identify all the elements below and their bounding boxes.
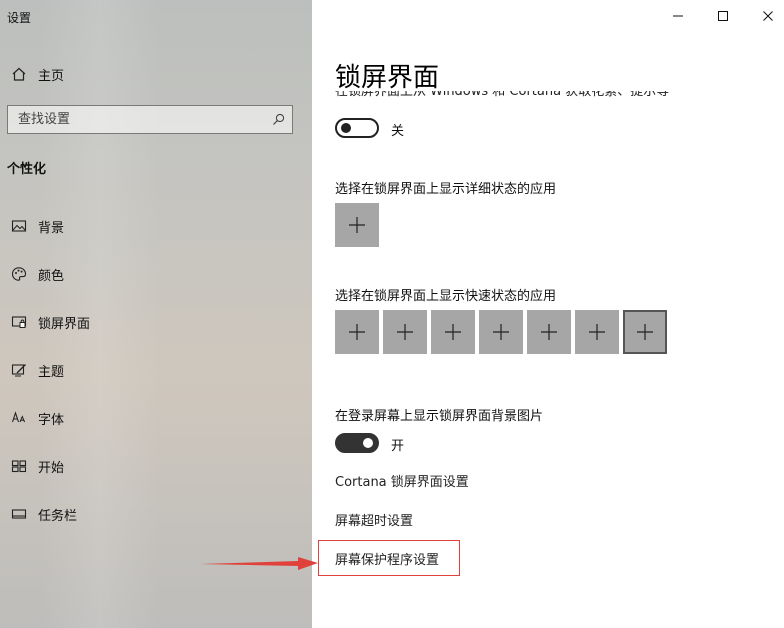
sidebar-item-lock-screen[interactable]: 锁屏界面 bbox=[0, 302, 312, 342]
font-icon bbox=[0, 410, 38, 426]
plus-icon bbox=[589, 324, 605, 340]
plus-icon bbox=[349, 324, 365, 340]
sidebar-item-background[interactable]: 背景 bbox=[0, 206, 312, 246]
minimize-icon bbox=[673, 15, 683, 17]
sidebar-item-label: 背景 bbox=[38, 220, 65, 236]
quick-status-app-button[interactable] bbox=[383, 310, 427, 354]
taskbar-icon bbox=[0, 506, 38, 522]
window-title: 设置 bbox=[7, 11, 32, 25]
sidebar-item-colors[interactable]: 颜色 bbox=[0, 254, 312, 294]
plus-icon bbox=[493, 324, 509, 340]
detailed-status-label: 选择在锁屏界面上显示详细状态的应用 bbox=[335, 182, 557, 197]
quick-status-app-button-selected[interactable] bbox=[623, 310, 667, 354]
toggle-knob bbox=[341, 123, 351, 133]
sidebar-item-taskbar[interactable]: 任务栏 bbox=[0, 494, 312, 534]
sidebar-item-start[interactable]: 开始 bbox=[0, 446, 312, 486]
toggle-knob bbox=[363, 438, 373, 448]
signin-background-label: 在登录屏幕上显示锁屏界面背景图片 bbox=[335, 409, 544, 424]
signin-background-toggle[interactable] bbox=[335, 433, 379, 453]
plus-icon bbox=[397, 324, 413, 340]
fun-facts-toggle-state: 关 bbox=[391, 124, 405, 139]
sidebar: 设置 主页 个性化 背景 颜色 锁屏界面 主题 bbox=[0, 0, 312, 628]
screen-timeout-link[interactable]: 屏幕超时设置 bbox=[335, 510, 413, 529]
search-input[interactable] bbox=[8, 106, 264, 133]
sidebar-item-label: 任务栏 bbox=[38, 508, 78, 524]
page-title: 锁屏界面 bbox=[335, 63, 440, 93]
search-box[interactable] bbox=[7, 105, 293, 134]
plus-icon bbox=[445, 324, 461, 340]
sidebar-item-fonts[interactable]: 字体 bbox=[0, 398, 312, 438]
signin-background-toggle-state: 开 bbox=[391, 439, 405, 454]
quick-status-app-button[interactable] bbox=[335, 310, 379, 354]
quick-status-app-button[interactable] bbox=[479, 310, 523, 354]
picture-icon bbox=[0, 218, 38, 234]
cortana-lock-screen-link[interactable]: Cortana 锁屏界面设置 bbox=[335, 471, 469, 490]
annotation-arrow-icon bbox=[200, 557, 318, 570]
sidebar-item-home[interactable]: 主页 bbox=[0, 54, 312, 94]
plus-icon bbox=[637, 324, 653, 340]
close-icon bbox=[763, 11, 773, 21]
sidebar-item-themes[interactable]: 主题 bbox=[0, 350, 312, 390]
main-content: 锁屏界面 在锁屏界面上从 Windows 和 Cortana 获取花絮、提示等 … bbox=[312, 0, 784, 628]
quick-status-app-button[interactable] bbox=[527, 310, 571, 354]
plus-icon bbox=[541, 324, 557, 340]
fun-facts-label: 在锁屏界面上从 Windows 和 Cortana 获取花絮、提示等 bbox=[335, 91, 670, 99]
detailed-status-app-button[interactable] bbox=[335, 203, 379, 247]
close-button[interactable] bbox=[744, 0, 784, 32]
palette-icon bbox=[0, 266, 38, 282]
sidebar-item-label: 字体 bbox=[38, 412, 65, 428]
quick-status-app-button[interactable] bbox=[575, 310, 619, 354]
sidebar-item-label: 锁屏界面 bbox=[38, 316, 91, 332]
minimize-button[interactable] bbox=[654, 0, 702, 32]
home-icon bbox=[0, 66, 38, 82]
search-icon[interactable] bbox=[264, 113, 292, 126]
sidebar-item-label: 开始 bbox=[38, 460, 65, 476]
fun-facts-toggle[interactable] bbox=[335, 118, 379, 138]
sidebar-item-label: 颜色 bbox=[38, 268, 65, 284]
annotation-highlight-box bbox=[318, 540, 460, 576]
plus-icon bbox=[349, 217, 365, 233]
quick-status-app-button[interactable] bbox=[431, 310, 475, 354]
sidebar-item-label: 主页 bbox=[38, 68, 65, 84]
lock-screen-icon bbox=[0, 314, 38, 330]
maximize-button[interactable] bbox=[699, 0, 747, 32]
maximize-icon bbox=[718, 11, 728, 21]
sidebar-item-label: 主题 bbox=[38, 364, 65, 380]
start-icon bbox=[0, 458, 38, 474]
section-label-personalization: 个性化 bbox=[7, 162, 47, 177]
quick-status-label: 选择在锁屏界面上显示快速状态的应用 bbox=[335, 289, 557, 304]
theme-icon bbox=[0, 362, 38, 378]
